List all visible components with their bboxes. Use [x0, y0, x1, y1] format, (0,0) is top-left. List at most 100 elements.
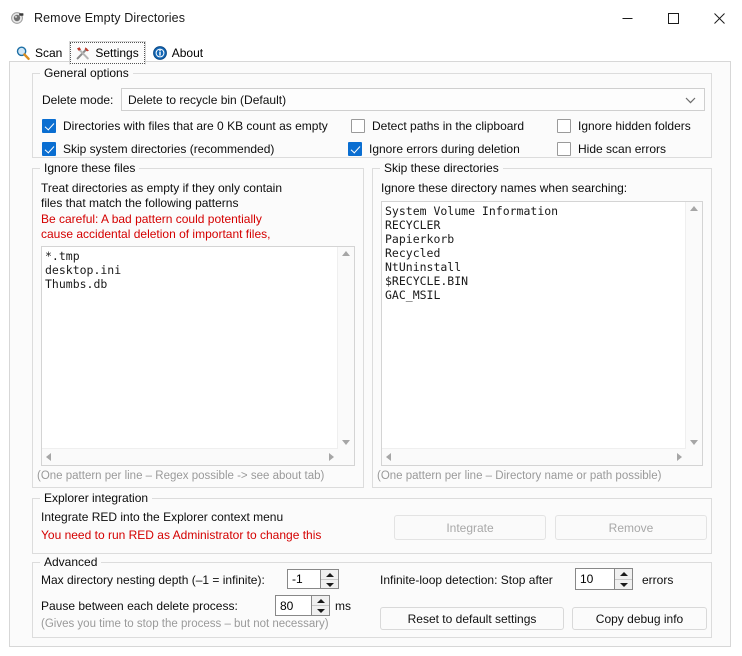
- pause-note: (Gives you time to stop the process – bu…: [41, 618, 329, 630]
- pause-value: 80: [276, 596, 311, 615]
- ignore-files-hscrollbar[interactable]: [42, 448, 338, 465]
- checkbox-ignore-hidden-folders[interactable]: Ignore hidden folders: [557, 119, 691, 133]
- settings-tab-page: General options Delete mode: Delete to r…: [9, 61, 731, 647]
- spinner-down-icon: [316, 609, 325, 613]
- reset-defaults-button-label: Reset to default settings: [407, 611, 537, 626]
- scroll-down-icon: [690, 440, 698, 445]
- checkbox-ignore-errors-deletion-label: Ignore errors during deletion: [369, 142, 520, 156]
- skip-directories-vscrollbar[interactable]: [685, 202, 702, 449]
- general-options-legend: General options: [40, 66, 133, 80]
- tab-scan-label: Scan: [35, 46, 63, 60]
- general-options-group: General options Delete mode: Delete to r…: [32, 66, 712, 158]
- scroll-up-icon: [342, 251, 350, 256]
- minimize-button[interactable]: [604, 0, 650, 36]
- window-title: Remove Empty Directories: [34, 11, 186, 25]
- skip-directories-hscrollbar[interactable]: [382, 448, 686, 465]
- ignore-files-warning-line1: Be careful: A bad pattern could potentia…: [41, 212, 262, 226]
- spinner-down-icon: [325, 582, 334, 587]
- info-icon: [152, 45, 168, 61]
- pause-spinner-buttons[interactable]: [311, 596, 329, 615]
- delete-mode-label: Delete mode:: [42, 93, 114, 107]
- tab-settings[interactable]: Settings: [69, 41, 146, 65]
- loop-errors-value: 10: [576, 569, 614, 589]
- skip-directories-footer: (One pattern per line – Directory name o…: [377, 470, 662, 482]
- scrollbar-corner: [686, 449, 702, 465]
- loop-errors-spinner[interactable]: 10: [575, 568, 633, 590]
- tools-icon: [75, 45, 91, 61]
- checkbox-hide-scan-errors[interactable]: Hide scan errors: [557, 142, 666, 156]
- scroll-right-icon: [329, 453, 334, 461]
- checkbox-zero-kb-empty[interactable]: Directories with files that are 0 KB cou…: [42, 119, 328, 133]
- checkbox-zero-kb-empty-label: Directories with files that are 0 KB cou…: [63, 119, 328, 133]
- spinner-up-icon: [619, 572, 628, 576]
- chevron-down-icon: [685, 93, 696, 107]
- scroll-up-icon: [690, 206, 698, 211]
- checkbox-skip-system-directories[interactable]: Skip system directories (recommended): [42, 142, 274, 156]
- tab-settings-label: Settings: [95, 46, 139, 60]
- remove-button-label: Remove: [608, 520, 654, 535]
- loop-detection-label: Infinite-loop detection: Stop after: [380, 573, 553, 587]
- checkbox-skip-system-directories-label: Skip system directories (recommended): [63, 142, 275, 156]
- remove-button[interactable]: Remove: [555, 515, 707, 540]
- skip-directories-textarea[interactable]: System Volume Information RECYCLER Papie…: [381, 201, 703, 466]
- max-depth-spinner[interactable]: -1: [287, 569, 339, 589]
- magnifier-icon: [15, 45, 31, 61]
- pause-label: Pause between each delete process:: [41, 599, 238, 613]
- ignore-files-desc-line2: files that match the following patterns: [41, 196, 239, 210]
- reset-defaults-button[interactable]: Reset to default settings: [380, 607, 564, 630]
- checkbox-detect-clipboard-paths[interactable]: Detect paths in the clipboard: [351, 119, 524, 133]
- ignore-files-patterns: *.tmp desktop.ini Thumbs.db: [45, 249, 122, 291]
- checkbox-ignore-errors-deletion[interactable]: Ignore errors during deletion: [348, 142, 520, 156]
- window-controls: [604, 0, 742, 36]
- checkbox-ignore-hidden-folders-label: Ignore hidden folders: [578, 119, 691, 133]
- title-bar: Remove Empty Directories: [0, 0, 742, 37]
- ignore-files-legend: Ignore these files: [40, 161, 140, 175]
- ignore-files-group: Ignore these files Treat directories as …: [32, 161, 364, 488]
- max-depth-label: Max directory nesting depth (–1 = infini…: [41, 573, 265, 587]
- scroll-left-icon: [46, 453, 51, 461]
- advanced-legend: Advanced: [40, 555, 102, 569]
- skip-directories-group: Skip these directories Ignore these dire…: [372, 161, 712, 488]
- ignore-files-vscrollbar[interactable]: [337, 247, 354, 449]
- max-depth-spinner-up[interactable]: [321, 570, 338, 580]
- loop-errors-spinner-up[interactable]: [615, 569, 632, 580]
- skip-directories-legend: Skip these directories: [380, 161, 503, 175]
- ignore-files-desc-line1: Treat directories as empty if they only …: [41, 181, 282, 195]
- maximize-button[interactable]: [650, 0, 696, 36]
- pause-spinner-up[interactable]: [312, 596, 329, 606]
- explorer-integration-warning: You need to run RED as Administrator to …: [41, 528, 322, 542]
- skip-directories-names: System Volume Information RECYCLER Papie…: [385, 204, 559, 302]
- max-depth-value: -1: [288, 570, 320, 588]
- skip-directories-desc: Ignore these directory names when search…: [381, 181, 628, 195]
- max-depth-spinner-down[interactable]: [321, 579, 338, 588]
- loop-errors-unit-label: errors: [642, 573, 674, 587]
- advanced-group: Advanced Max directory nesting depth (–1…: [32, 555, 712, 638]
- scroll-right-icon: [677, 453, 682, 461]
- loop-errors-spinner-down[interactable]: [615, 579, 632, 589]
- spinner-up-icon: [316, 599, 325, 603]
- app-icon: [10, 10, 26, 26]
- ignore-files-warning-line2: cause accidental deletion of important f…: [41, 227, 271, 241]
- integrate-button[interactable]: Integrate: [394, 515, 546, 540]
- close-button[interactable]: [696, 0, 742, 36]
- checkbox-ignore-hidden-folders-box: [557, 119, 571, 133]
- loop-errors-spinner-buttons[interactable]: [614, 569, 632, 589]
- checkbox-hide-scan-errors-box: [557, 142, 571, 156]
- max-depth-spinner-buttons[interactable]: [320, 570, 338, 588]
- explorer-integration-group: Explorer integration Integrate RED into …: [32, 491, 712, 554]
- tab-about-label: About: [171, 46, 204, 60]
- ignore-files-textarea[interactable]: *.tmp desktop.ini Thumbs.db: [41, 246, 355, 466]
- pause-spinner[interactable]: 80: [275, 595, 330, 616]
- checkbox-skip-system-directories-box: [42, 142, 56, 156]
- copy-debug-info-button-label: Copy debug info: [595, 611, 684, 626]
- scrollbar-corner: [338, 449, 354, 465]
- checkbox-detect-clipboard-paths-box: [351, 119, 365, 133]
- pause-spinner-down[interactable]: [312, 606, 329, 615]
- spinner-up-icon: [325, 573, 334, 577]
- copy-debug-info-button[interactable]: Copy debug info: [572, 607, 707, 630]
- checkbox-detect-clipboard-paths-label: Detect paths in the clipboard: [372, 119, 525, 133]
- delete-mode-select[interactable]: Delete to recycle bin (Default): [121, 88, 705, 111]
- delete-mode-value: Delete to recycle bin (Default): [128, 92, 287, 107]
- scroll-down-icon: [342, 440, 350, 445]
- ignore-files-footer: (One pattern per line – Regex possible -…: [37, 470, 325, 482]
